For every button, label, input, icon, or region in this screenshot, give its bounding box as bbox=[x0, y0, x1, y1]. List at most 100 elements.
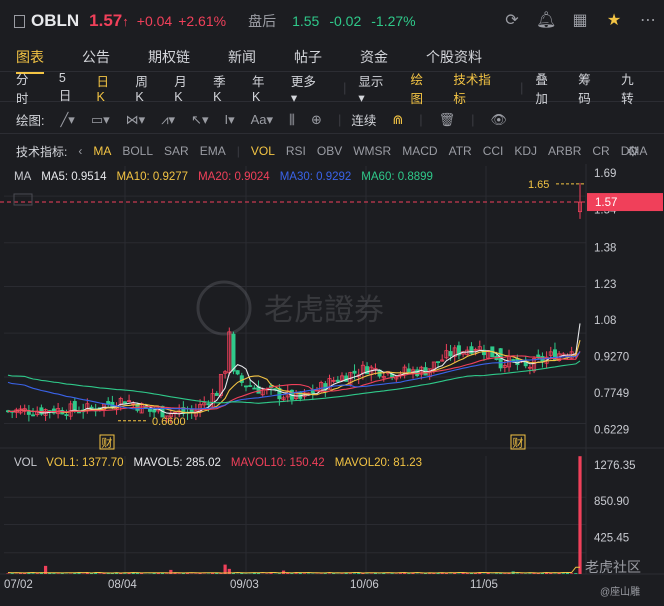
after-hours-label: 盘后 bbox=[248, 13, 277, 29]
legend-entry: VOL1: 1377.70 bbox=[46, 457, 123, 469]
after-hours-change-pct: -1.27% bbox=[371, 13, 416, 29]
indicator-ma[interactable]: MA bbox=[93, 144, 111, 158]
volume-bar bbox=[499, 573, 503, 574]
magnet-icon[interactable]: ⋒ bbox=[392, 112, 403, 128]
period-more-dropdown[interactable]: 更多 ▾ bbox=[291, 71, 324, 105]
candle-tool-icon[interactable]: ⫼ bbox=[289, 112, 295, 128]
eye-icon[interactable]: 👁︎ bbox=[491, 112, 508, 128]
volume-bar bbox=[323, 573, 327, 574]
fibonacci-tool-icon[interactable]: ⩘▾ bbox=[161, 112, 175, 128]
price-tick-label: 1.69 bbox=[594, 168, 616, 180]
indicator-atr[interactable]: ATR bbox=[449, 144, 472, 158]
kline-chart[interactable]: 老虎證券 MA MA5: 0.9514 MA10: 0.9277 MA20: 0.90… bbox=[0, 164, 664, 606]
font-tool-icon[interactable]: Aa▾ bbox=[251, 112, 273, 128]
period-yearly[interactable]: 年K bbox=[252, 71, 272, 104]
volume-bar bbox=[123, 573, 127, 574]
display-dropdown[interactable]: 显示 ▾ bbox=[358, 71, 391, 105]
tab-capital[interactable]: 资金 bbox=[360, 47, 388, 67]
more-icon[interactable]: ⋯ bbox=[638, 10, 658, 30]
candle-body bbox=[448, 351, 453, 357]
trash-icon[interactable]: 🗑︎ bbox=[439, 112, 456, 128]
panel-toggle-icon[interactable] bbox=[14, 14, 25, 28]
indicator-label: 技术指标: bbox=[16, 144, 68, 159]
candle-body bbox=[89, 406, 94, 409]
continuous-draw-toggle[interactable]: 连续 bbox=[351, 110, 376, 129]
ma-legend: MA MA5: 0.9514 MA10: 0.9277 MA20: 0.9024 MA3… bbox=[14, 171, 433, 183]
candle-body bbox=[352, 370, 357, 374]
candle-body bbox=[122, 401, 127, 404]
period-daily[interactable]: 日K bbox=[96, 71, 116, 104]
candle-body bbox=[515, 358, 520, 366]
indicator-vol[interactable]: VOL bbox=[251, 144, 275, 158]
legend-entry: MAVOL10: 150.42 bbox=[231, 457, 325, 469]
period-5day[interactable]: 5日 bbox=[59, 71, 78, 104]
volume-bar bbox=[348, 573, 352, 574]
period-monthly[interactable]: 月K bbox=[174, 71, 194, 104]
indicators-toggle[interactable]: 技术指标 bbox=[453, 69, 501, 107]
indicator-cci[interactable]: CCI bbox=[483, 144, 504, 158]
period-intraday[interactable]: 分时 bbox=[16, 69, 40, 107]
volume-bar bbox=[503, 573, 507, 574]
grid-icon[interactable]: ▦ bbox=[570, 10, 590, 30]
after-hours-price: 1.55 bbox=[292, 13, 320, 29]
zoom-icon[interactable]: ⊕ bbox=[311, 112, 322, 128]
price-change-pct: +2.61% bbox=[178, 13, 227, 29]
indicator-arbr[interactable]: ARBR bbox=[548, 144, 581, 158]
overlay-button[interactable]: 叠加 bbox=[535, 69, 559, 107]
divider: | bbox=[343, 80, 347, 95]
bell-icon[interactable]: 🔔︎ bbox=[536, 10, 556, 30]
rectangle-tool-icon[interactable]: ▭▾ bbox=[91, 112, 110, 128]
indicator-ema[interactable]: EMA bbox=[200, 144, 226, 158]
current-price-tag-label: 1.57 bbox=[595, 197, 617, 209]
indicator-kdj[interactable]: KDJ bbox=[514, 144, 537, 158]
chips-button[interactable]: 筹码 bbox=[578, 69, 602, 107]
nine-turn-button[interactable]: 九转 bbox=[621, 69, 645, 107]
price-axis: 1.691.541.381.231.080.92700.77490.62291.… bbox=[587, 168, 663, 437]
indicator-obv[interactable]: OBV bbox=[317, 144, 342, 158]
tab-posts[interactable]: 帖子 bbox=[294, 47, 322, 67]
indicator-sar[interactable]: SAR bbox=[164, 144, 189, 158]
wave-tool-icon[interactable]: ⋈▾ bbox=[126, 112, 146, 128]
period-quarterly[interactable]: 季K bbox=[213, 71, 233, 104]
legend-entry: MAVOL5: 285.02 bbox=[134, 457, 221, 469]
after-hours-change: -0.02 bbox=[329, 13, 362, 29]
earnings-badge-label: 财 bbox=[513, 436, 524, 450]
volume-bar bbox=[77, 573, 81, 574]
candle-body bbox=[64, 414, 69, 417]
text-cursor-tool-icon[interactable]: I▾ bbox=[224, 112, 234, 128]
ticker-symbol: OBLN bbox=[31, 11, 80, 30]
period-weekly[interactable]: 周K bbox=[135, 71, 155, 104]
price-tick-label: 0.7749 bbox=[594, 388, 629, 400]
arrow-up-icon: ↑ bbox=[122, 14, 129, 29]
volume-bar bbox=[578, 456, 582, 574]
volume-bar bbox=[457, 573, 461, 574]
earnings-badge-label: 财 bbox=[102, 436, 113, 450]
draw-toggle[interactable]: 绘图 bbox=[410, 69, 434, 107]
arrow-tool-icon[interactable]: ↖▾ bbox=[191, 112, 208, 128]
refresh-icon[interactable]: ⟳ bbox=[502, 10, 522, 30]
star-icon[interactable]: ★ bbox=[604, 10, 624, 30]
indicator-macd[interactable]: MACD bbox=[402, 144, 437, 158]
tab-profile[interactable]: 个股资料 bbox=[426, 47, 482, 67]
moving-average-lines bbox=[7, 323, 581, 415]
legend-entry: MA20: 0.9024 bbox=[198, 171, 270, 183]
candle-body bbox=[243, 385, 248, 388]
legend-entry: MA60: 0.8899 bbox=[361, 171, 433, 183]
volume-bar bbox=[407, 573, 411, 574]
tab-announcements[interactable]: 公告 bbox=[82, 47, 110, 67]
indicator-rsi[interactable]: RSI bbox=[286, 144, 306, 158]
volume-bar bbox=[302, 573, 307, 574]
indicator-boll[interactable]: BOLL bbox=[122, 144, 153, 158]
volume-bar bbox=[277, 573, 281, 574]
candle-body bbox=[248, 385, 253, 387]
indicator-wmsr[interactable]: WMSR bbox=[353, 144, 391, 158]
indicator-cr[interactable]: CR bbox=[592, 144, 609, 158]
mavol-line bbox=[7, 566, 580, 574]
tab-news[interactable]: 新闻 bbox=[228, 47, 256, 67]
line-tool-icon[interactable]: ╱▾ bbox=[60, 112, 74, 128]
tab-options[interactable]: 期权链 bbox=[148, 47, 190, 67]
volume-bar bbox=[10, 573, 14, 574]
chevron-left-icon[interactable]: ‹ bbox=[78, 144, 82, 158]
settings-gear-icon[interactable]: ⚙ bbox=[626, 143, 639, 160]
tab-chart[interactable]: 图表 bbox=[16, 47, 44, 74]
